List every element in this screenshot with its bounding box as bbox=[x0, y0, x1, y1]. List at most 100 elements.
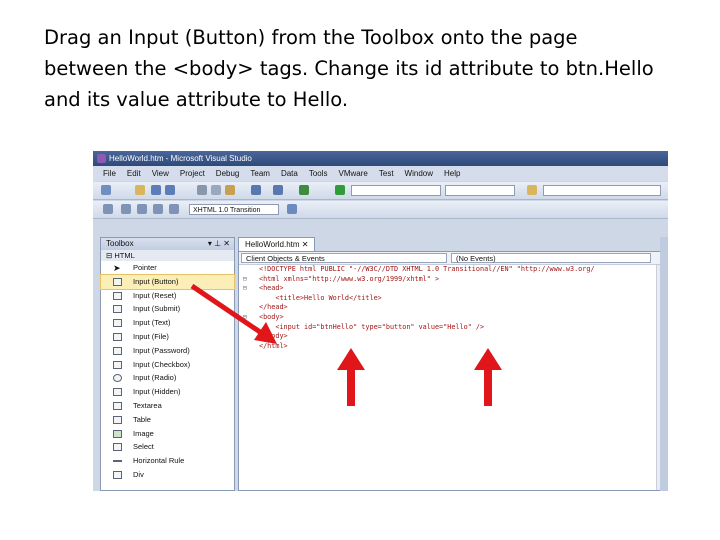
code-text: <input id="btnHello" type="button" value… bbox=[259, 322, 485, 331]
toolbox-item-input-password[interactable]: Input (Password) bbox=[101, 344, 234, 358]
menu-file[interactable]: File bbox=[103, 169, 116, 178]
toolbox-title: Toolbox bbox=[106, 239, 134, 248]
menu-window[interactable]: Window bbox=[405, 169, 433, 178]
menu-vmware[interactable]: VMware bbox=[339, 169, 368, 178]
solution-explorer-edge[interactable] bbox=[660, 237, 668, 491]
editor-nav-bar: Client Objects & Events (No Events) bbox=[239, 252, 667, 265]
pin-icon[interactable]: ▾ ⊥ ✕ bbox=[208, 238, 230, 250]
doctype-dropdown[interactable]: XHTML 1.0 Transition bbox=[189, 204, 279, 215]
toolbox-item-input-file[interactable]: Input (File) bbox=[101, 330, 234, 344]
file-icon bbox=[113, 332, 122, 341]
visual-studio-icon bbox=[97, 154, 106, 163]
new-project-icon[interactable] bbox=[101, 185, 111, 195]
menu-help[interactable]: Help bbox=[444, 169, 460, 178]
find-box[interactable] bbox=[543, 185, 661, 196]
textarea-icon bbox=[113, 401, 122, 410]
toolbox-header: Toolbox ▾ ⊥ ✕ bbox=[101, 238, 234, 250]
toolbox-item-input-text[interactable]: Input (Text) bbox=[101, 316, 234, 330]
toolbox-item-horizontal-rule[interactable]: Horizontal Rule bbox=[101, 454, 234, 468]
format-icon-2[interactable] bbox=[121, 204, 131, 214]
toolbox-item-label: Pointer bbox=[133, 263, 157, 272]
toolbox-item-label: Input (Radio) bbox=[133, 373, 177, 383]
visual-studio-screenshot: HelloWorld.htm - Microsoft Visual Studio… bbox=[93, 151, 668, 491]
toolbox-item-label: Horizontal Rule bbox=[133, 456, 185, 466]
redo-icon[interactable] bbox=[273, 185, 283, 195]
toolbox-group-label: HTML bbox=[114, 251, 135, 260]
title-bar: HelloWorld.htm - Microsoft Visual Studio bbox=[93, 151, 668, 166]
toolbox-item-input-checkbox[interactable]: Input (Checkbox) bbox=[101, 358, 234, 372]
collapse-marker[interactable]: ⊟ bbox=[243, 284, 247, 294]
format-icon-3[interactable] bbox=[137, 204, 147, 214]
code-area[interactable]: <!DOCTYPE html PUBLIC "-//W3C//DTD XHTML… bbox=[239, 265, 657, 490]
toolbox-group-html[interactable]: ⊟ HTML bbox=[101, 250, 234, 261]
hidden-icon bbox=[113, 388, 122, 397]
instructions: Drag an Input (Button) from the Toolbox … bbox=[44, 26, 654, 111]
menu-team[interactable]: Team bbox=[250, 169, 270, 178]
toolbox-item-label: Input (Button) bbox=[133, 276, 179, 286]
toolbox-item-input-hidden[interactable]: Input (Hidden) bbox=[101, 385, 234, 399]
collapse-marker[interactable]: ⊟ bbox=[243, 275, 247, 285]
find-icon[interactable] bbox=[527, 185, 537, 195]
menu-view[interactable]: View bbox=[152, 169, 169, 178]
toolbox-item-select[interactable]: Select bbox=[101, 440, 234, 454]
toolbox-item-table[interactable]: Table bbox=[101, 413, 234, 427]
code-text: <!DOCTYPE html PUBLIC "-//W3C//DTD XHTML… bbox=[259, 265, 595, 273]
toolbox-item-input-submit[interactable]: Input (Submit) bbox=[101, 302, 234, 316]
toolbox-item-textarea[interactable]: Textarea bbox=[101, 399, 234, 413]
text-icon bbox=[113, 319, 122, 328]
save-all-icon[interactable] bbox=[165, 185, 175, 195]
events-dropdown[interactable]: (No Events) bbox=[451, 253, 651, 263]
toolbox-item-pointer[interactable]: ➤ Pointer bbox=[101, 261, 234, 275]
toolbox-panel: Toolbox ▾ ⊥ ✕ ⊟ HTML ➤ Pointer Input (But… bbox=[100, 237, 235, 491]
paste-icon[interactable] bbox=[225, 185, 235, 195]
check-accessibility-icon[interactable] bbox=[287, 204, 297, 214]
code-line: ⊟ <body> bbox=[239, 313, 657, 323]
image-icon bbox=[113, 429, 122, 438]
menu-tools[interactable]: Tools bbox=[309, 169, 328, 178]
navigate-icon[interactable] bbox=[299, 185, 309, 195]
select-icon bbox=[113, 443, 122, 452]
format-icon-1[interactable] bbox=[103, 204, 113, 214]
copy-icon[interactable] bbox=[211, 185, 221, 195]
reset-icon bbox=[113, 291, 122, 300]
cut-icon[interactable] bbox=[197, 185, 207, 195]
collapse-marker[interactable]: ⊟ bbox=[243, 313, 247, 323]
client-objects-dropdown[interactable]: Client Objects & Events bbox=[241, 253, 447, 263]
toolbox-item-input-button[interactable]: Input (Button) bbox=[100, 273, 235, 290]
standard-toolbar bbox=[93, 182, 668, 200]
open-icon[interactable] bbox=[135, 185, 145, 195]
menu-debug[interactable]: Debug bbox=[216, 169, 240, 178]
format-icon-5[interactable] bbox=[169, 204, 179, 214]
save-icon[interactable] bbox=[151, 185, 161, 195]
radio-icon bbox=[113, 374, 122, 383]
code-editor: HelloWorld.htm ✕ Client Objects & Events… bbox=[238, 237, 668, 491]
toolbox-item-input-reset[interactable]: Input (Reset) bbox=[101, 289, 234, 303]
hr-icon bbox=[113, 460, 122, 463]
code-text: <html xmlns="http://www.w3.org/1999/xhtm… bbox=[259, 274, 440, 283]
undo-icon[interactable] bbox=[251, 185, 261, 195]
tab-helloworld[interactable]: HelloWorld.htm ✕ bbox=[238, 237, 316, 251]
toolbox-item-image[interactable]: Image bbox=[101, 427, 234, 441]
code-text: <head> bbox=[259, 284, 284, 293]
menu-edit[interactable]: Edit bbox=[127, 169, 141, 178]
code-line: ⊟ <head> bbox=[239, 284, 657, 294]
div-icon bbox=[113, 470, 122, 479]
tab-label: HelloWorld.htm bbox=[245, 240, 300, 249]
close-tab-icon[interactable]: ✕ bbox=[302, 240, 309, 249]
solution-config-dropdown[interactable] bbox=[351, 185, 441, 196]
toolbox-item-div[interactable]: Div bbox=[101, 468, 234, 482]
menu-test[interactable]: Test bbox=[379, 169, 394, 178]
code-line: </body> bbox=[239, 332, 657, 342]
start-debug-icon[interactable] bbox=[335, 185, 345, 195]
menu-project[interactable]: Project bbox=[180, 169, 205, 178]
toolbox-item-label: Input (Reset) bbox=[133, 290, 177, 300]
code-line: <title>Hello World</title> bbox=[239, 294, 657, 304]
code-line: </head> bbox=[239, 303, 657, 313]
pointer-icon: ➤ bbox=[113, 263, 121, 273]
code-text: </html> bbox=[259, 341, 288, 350]
platform-dropdown[interactable] bbox=[445, 185, 515, 196]
toolbox-item-input-radio[interactable]: Input (Radio) bbox=[101, 371, 234, 385]
button-icon bbox=[113, 277, 122, 286]
menu-data[interactable]: Data bbox=[281, 169, 298, 178]
format-icon-4[interactable] bbox=[153, 204, 163, 214]
